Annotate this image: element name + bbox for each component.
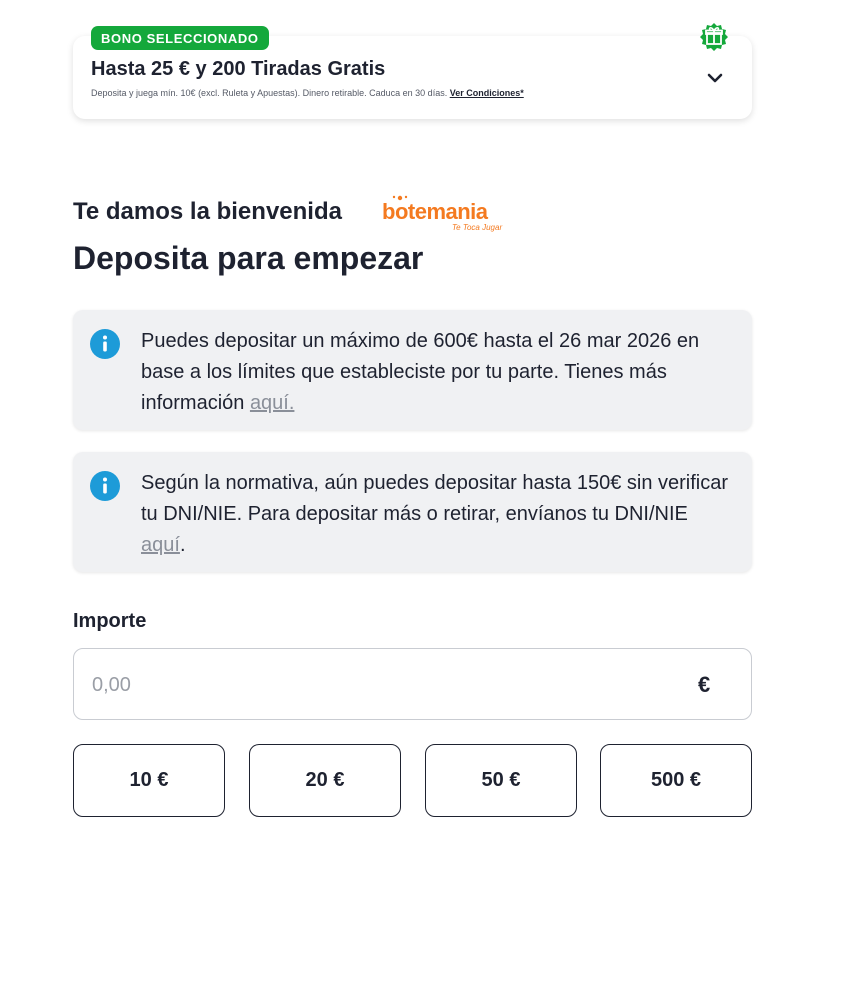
- info-icon: [90, 471, 120, 501]
- svg-text:Te Toca Jugar: Te Toca Jugar: [452, 223, 502, 232]
- info-text: Puedes depositar un máximo de 600€ hasta…: [141, 326, 731, 419]
- gift-icon: [697, 20, 731, 54]
- bonus-terms: Deposita y juega mín. 10€ (excl. Ruleta …: [91, 88, 524, 98]
- bonus-selected-badge: BONO SELECCIONADO: [91, 26, 269, 50]
- amount-label: Importe: [73, 610, 147, 632]
- verification-info: Según la normativa, aún puedes depositar…: [73, 452, 752, 572]
- quick-amount-500-button[interactable]: 500 €: [600, 744, 752, 817]
- more-info-link[interactable]: aquí.: [250, 392, 294, 414]
- info-text-suffix: .: [179, 534, 186, 556]
- amount-field[interactable]: €: [73, 648, 752, 720]
- info-icon: [90, 329, 120, 359]
- botemania-logo: botemania Te Toca Jugar: [380, 193, 516, 233]
- quick-amount-20-button[interactable]: 20 €: [249, 744, 401, 817]
- welcome-text: Te damos la bienvenida: [73, 198, 342, 225]
- bonus-conditions-link[interactable]: Ver Condiciones*: [450, 88, 524, 98]
- currency-symbol: €: [698, 672, 711, 697]
- quick-amount-50-button[interactable]: 50 €: [425, 744, 577, 817]
- bonus-title: Hasta 25 € y 200 Tiradas Gratis: [91, 58, 386, 80]
- info-text-body: Según la normativa, aún puedes depositar…: [141, 472, 729, 525]
- info-text-body: Puedes depositar un máximo de 600€ hasta…: [141, 330, 700, 414]
- bonus-terms-text: Deposita y juega mín. 10€ (excl. Ruleta …: [91, 88, 448, 98]
- deposit-limit-info: Puedes depositar un máximo de 600€ hasta…: [73, 310, 752, 430]
- page-title: Deposita para empezar: [73, 240, 424, 276]
- chevron-down-icon[interactable]: [705, 68, 725, 88]
- quick-amount-10-button[interactable]: 10 €: [73, 744, 225, 817]
- amount-input[interactable]: [92, 667, 672, 703]
- info-text: Según la normativa, aún puedes depositar…: [141, 468, 731, 561]
- send-dni-link[interactable]: aquí: [141, 534, 180, 556]
- svg-text:botemania: botemania: [382, 199, 489, 224]
